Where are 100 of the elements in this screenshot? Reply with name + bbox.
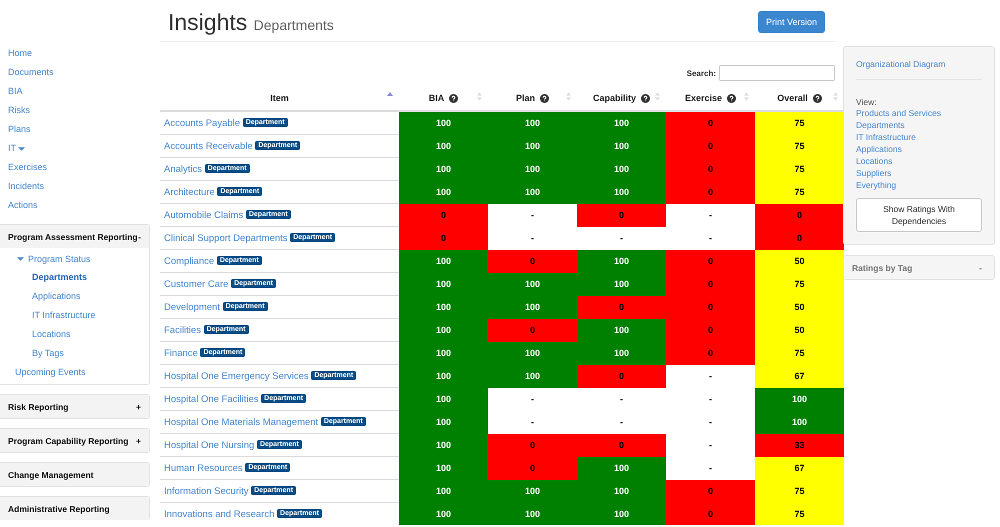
rating-cell: 100	[399, 296, 488, 318]
page-title: Insights	[168, 9, 248, 35]
rating-cell: -	[666, 204, 755, 226]
rating-cell: 100	[577, 318, 666, 342]
rating-cell: 0	[666, 250, 755, 272]
rating-cell: 75	[755, 180, 844, 204]
rating-cell: 100	[755, 410, 844, 434]
tree-item[interactable]: Departments	[0, 268, 88, 287]
item-link[interactable]: Hospital One Facilities	[164, 394, 259, 404]
nav-link[interactable]: IT	[0, 139, 33, 158]
item-link[interactable]: Finance	[164, 348, 198, 358]
rating-cell: 100	[488, 480, 577, 502]
rating-cell: 75	[755, 111, 844, 134]
panel-header[interactable]: Program Assessment Reporting-	[0, 225, 149, 248]
panel-header[interactable]: Program Capability Reporting +	[0, 429, 149, 452]
rating-cell: 100	[399, 250, 488, 272]
rating-cell: -	[666, 456, 755, 480]
item-link[interactable]: Information Security	[164, 486, 248, 496]
item-link[interactable]: Human Resources	[164, 462, 243, 474]
view-link[interactable]: IT Infrastructure	[856, 131, 916, 143]
rating-cell: 100	[399, 388, 488, 410]
panel-header[interactable]: Change Management	[0, 463, 149, 486]
rating-cell: 75	[755, 342, 844, 364]
nav-link[interactable]: Plans	[0, 120, 39, 139]
rating-cell: 0	[755, 226, 844, 250]
rating-cell: 100	[577, 456, 666, 480]
item-link[interactable]: Accounts Receivable	[164, 140, 253, 152]
rating-cell: -	[666, 388, 755, 410]
column-header[interactable]: Item	[160, 86, 399, 111]
panel-header[interactable]: Administrative Reporting	[0, 497, 149, 520]
rating-cell: 100	[399, 364, 488, 388]
rating-cell: 0	[666, 342, 755, 364]
page-subtitle: Departments	[254, 17, 334, 33]
item-link[interactable]: Innovations and Research	[164, 508, 274, 520]
nav-link[interactable]: Upcoming Events	[0, 363, 86, 382]
view-link[interactable]: Departments	[856, 119, 905, 131]
search-label: Search:	[686, 68, 716, 78]
item-link[interactable]: Hospital One Materials Management	[164, 416, 318, 428]
rating-cell: 0	[577, 204, 666, 226]
item-link[interactable]: Hospital One Nursing	[164, 440, 254, 450]
rating-cell: 100	[399, 502, 488, 525]
rating-cell: 75	[755, 134, 844, 158]
panel-header[interactable]: Ratings by Tag -	[843, 255, 995, 280]
nav-link[interactable]: Incidents	[0, 177, 52, 196]
rating-cell: 100	[488, 296, 577, 318]
rating-cell: 100	[399, 434, 488, 456]
nav-link[interactable]: Risks	[0, 101, 38, 120]
rating-cell: 67	[755, 364, 844, 388]
rating-cell: 0	[666, 296, 755, 318]
rating-cell: 100	[399, 342, 488, 364]
item-link[interactable]: Development	[164, 302, 220, 312]
rating-cell: 100	[399, 272, 488, 296]
view-label: View:	[856, 97, 878, 107]
item-link[interactable]: Clinical Support Departments	[164, 232, 288, 244]
nav-link[interactable]: Exercises	[0, 158, 56, 177]
tree-item[interactable]: Locations	[0, 325, 71, 344]
nav-link[interactable]: Home	[0, 44, 40, 63]
search-field[interactable]	[719, 65, 835, 81]
rating-cell: 75	[755, 158, 844, 180]
tree-item[interactable]: IT Infrastructure	[0, 306, 96, 325]
rating-cell: 0	[666, 134, 755, 158]
rating-cell: 100	[577, 111, 666, 134]
view-link[interactable]: Everything	[856, 179, 896, 191]
rating-cell: 0	[666, 272, 755, 296]
item-link[interactable]: Hospital One Emergency Services	[164, 370, 309, 382]
rating-cell: 0	[666, 480, 755, 502]
rating-cell: 100	[399, 134, 488, 158]
item-link[interactable]: Facilities	[164, 324, 201, 336]
nav-link[interactable]: BIA	[0, 82, 31, 101]
rating-cell: 0	[666, 111, 755, 134]
view-link[interactable]: Applications	[856, 143, 902, 155]
rating-cell: 100	[577, 342, 666, 364]
diagram-link[interactable]: Organizational Diagram	[856, 59, 946, 69]
item-link[interactable]: Architecture	[164, 186, 215, 198]
view-link[interactable]: Locations	[856, 155, 892, 167]
view-link[interactable]: Suppliers	[856, 167, 892, 179]
rating-cell: 0	[577, 364, 666, 388]
item-link[interactable]: Automobile Claims	[164, 210, 244, 220]
caret-icon	[18, 146, 25, 150]
rating-cell: 50	[755, 318, 844, 342]
rating-cell: 100	[577, 250, 666, 272]
view-link[interactable]: Products and Services	[856, 107, 942, 119]
tree-item[interactable]: By Tags	[0, 344, 64, 363]
rating-cell: -	[666, 226, 755, 250]
nav-link[interactable]: Documents	[0, 63, 62, 82]
rating-cell: 75	[755, 502, 844, 525]
rating-cell: 100	[755, 388, 844, 410]
panel-header[interactable]: Risk Reporting +	[0, 395, 149, 418]
tree-item[interactable]: Program Status	[0, 249, 91, 268]
item-link[interactable]: Customer Care	[164, 278, 228, 290]
print-button[interactable]: Print Version	[758, 11, 825, 33]
item-link[interactable]: Accounts Payable	[164, 118, 240, 128]
item-link[interactable]: Analytics	[164, 164, 202, 174]
rating-cell: 100	[488, 158, 577, 180]
rating-cell: 50	[755, 250, 844, 272]
item-link[interactable]: Compliance	[164, 256, 214, 266]
rating-cell: 33	[755, 434, 844, 456]
dependencies-button[interactable]: Show Ratings With Dependencies	[856, 198, 982, 232]
nav-link[interactable]: Actions	[0, 196, 46, 215]
tree-item[interactable]: Applications	[0, 287, 81, 306]
